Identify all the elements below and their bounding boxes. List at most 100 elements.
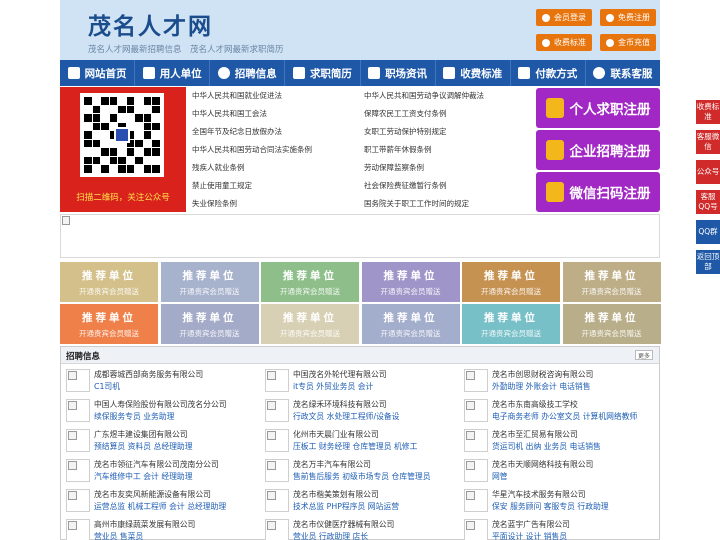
recommend-slot[interactable]: 推荐单位 开通贵宾会员赠送 <box>462 262 560 302</box>
job-item[interactable]: 成都蓉城西部商务服务有限公司 C1司机 <box>62 368 252 398</box>
recharge-button[interactable]: 金币充值 <box>600 34 656 51</box>
job-item[interactable]: 茂名蓝宇广告有限公司 平面设计 设计 销售员 <box>460 518 650 540</box>
recommend-slot[interactable]: 推荐单位 开通贵宾会员赠送 <box>261 304 359 344</box>
recommend-slot[interactable]: 推荐单位 开通贵宾会员赠送 <box>160 304 259 344</box>
recommend-slot[interactable]: 推荐单位 开通贵宾会员赠送 <box>261 262 359 302</box>
company-name[interactable]: 茂名市至汇贸易有限公司 <box>492 429 578 440</box>
company-name[interactable]: 成都蓉城西部商务服务有限公司 <box>94 369 203 380</box>
company-name[interactable]: 茂名市东南高级技工学校 <box>492 399 578 410</box>
nav-employers[interactable]: 用人单位 <box>135 60 211 86</box>
company-logo-icon[interactable] <box>265 489 289 512</box>
job-positions[interactable]: 营业员 售菜员 <box>94 531 143 540</box>
job-item[interactable]: 茂名市仪健医疗器械有限公司 营业员 行政助理 店长 <box>261 518 451 540</box>
company-name[interactable]: 中国茂名外轮代理有限公司 <box>293 369 387 380</box>
recommend-slot[interactable]: 推荐单位 开通贵宾会员赠送 <box>562 262 661 302</box>
job-item[interactable]: 茂名市天顺网络科技有限公司 网管 <box>460 458 650 488</box>
job-positions[interactable]: 运营总监 机械工程师 会计 总经理助理 <box>94 501 226 512</box>
job-positions[interactable]: 技术总监 PHP程序员 网站运营 <box>293 501 399 512</box>
recommend-slot[interactable]: 推荐单位 开通贵宾会员赠送 <box>562 304 661 344</box>
job-positions[interactable]: 货运司机 出纳 业务员 电话销售 <box>492 441 601 452</box>
company-logo-icon[interactable] <box>265 369 289 392</box>
job-item[interactable]: 茂名市友奕风新能源设备有限公司 运营总监 机械工程师 会计 总经理助理 <box>62 488 252 518</box>
recommend-slot[interactable]: 推荐单位 开通贵宾会员赠送 <box>160 262 259 302</box>
job-item[interactable]: 茂名市创思财税咨询有限公司 外勤助理 外账会计 电话销售 <box>460 368 650 398</box>
job-positions[interactable]: C1司机 <box>94 381 120 392</box>
nav-jobs[interactable]: 招聘信息 <box>210 60 286 86</box>
law-link[interactable]: 中华人民共和国劳动合同法实施条例 <box>192 141 312 159</box>
job-positions[interactable]: 电子商务老师 办公室文员 计算机网络教师 <box>492 411 637 422</box>
nav-contact[interactable]: 联系客服 <box>586 60 660 86</box>
company-logo-icon[interactable] <box>464 519 488 540</box>
company-name[interactable]: 茂名万丰汽车有限公司 <box>293 459 371 470</box>
company-name[interactable]: 高州市康绿蔬菜发展有限公司 <box>94 519 195 530</box>
recommend-slot[interactable]: 推荐单位 开通贵宾会员赠送 <box>60 304 158 344</box>
company-name[interactable]: 茂名市仪健医疗器械有限公司 <box>293 519 394 530</box>
law-link[interactable]: 职工带薪年休假条例 <box>364 141 432 159</box>
job-item[interactable]: 茂名万丰汽车有限公司 售前售后服务 初级市场专员 仓库管理员 <box>261 458 451 488</box>
law-link[interactable]: 女职工劳动保护特别规定 <box>364 123 447 141</box>
law-link[interactable]: 劳动保障监察条例 <box>364 159 424 177</box>
job-positions[interactable]: 平面设计 设计 销售员 <box>492 531 567 540</box>
law-link[interactable]: 社会保险费征缴暂行条例 <box>364 177 447 195</box>
law-link[interactable]: 中华人民共和国就业促进法 <box>192 87 282 105</box>
pricing-button[interactable]: 收费标准 <box>536 34 592 51</box>
company-name[interactable]: 茂名蓝宇广告有限公司 <box>492 519 570 530</box>
company-logo-icon[interactable] <box>464 489 488 512</box>
job-positions[interactable]: 续保服务专员 业务助理 <box>94 411 174 422</box>
law-link[interactable]: 中华人民共和国劳动争议调解仲裁法 <box>364 87 484 105</box>
company-name[interactable]: 茂名市楷美策划有限公司 <box>293 489 379 500</box>
company-logo-icon[interactable] <box>66 519 90 540</box>
nav-home[interactable]: 网站首页 <box>60 60 136 86</box>
job-item[interactable]: 华星汽车技术服务有限公司 保安 服务顾问 客服专员 行政助理 <box>460 488 650 518</box>
job-positions[interactable]: 网管 <box>492 471 508 482</box>
company-logo-icon[interactable] <box>66 399 90 422</box>
float-service-wechat[interactable]: 客服微信 <box>696 130 720 154</box>
recommend-slot[interactable]: 推荐单位 开通贵宾会员赠送 <box>60 262 158 302</box>
nav-resumes[interactable]: 求职简历 <box>285 60 361 86</box>
job-item[interactable]: 茂名市楷美策划有限公司 技术总监 PHP程序员 网站运营 <box>261 488 451 518</box>
job-positions[interactable]: 营业员 行政助理 店长 <box>293 531 368 540</box>
company-logo-icon[interactable] <box>66 429 90 452</box>
company-name[interactable]: 化州市天晨门业有限公司 <box>293 429 379 440</box>
site-logo[interactable]: 茂名人才网 <box>88 7 213 41</box>
nav-news[interactable]: 职场资讯 <box>361 60 436 86</box>
member-login-button[interactable]: 会员登录 <box>536 9 592 26</box>
company-logo-icon[interactable] <box>66 489 90 512</box>
job-positions[interactable]: 汽车维修中工 会计 经理助理 <box>94 471 193 482</box>
job-item[interactable]: 中国茂名外轮代理有限公司 it专员 外贸业务员 会计 <box>261 368 451 398</box>
job-item[interactable]: 化州市天晨门业有限公司 压板工 财务经理 仓库管理员 机修工 <box>261 428 451 458</box>
company-name[interactable]: 茂名市创思财税咨询有限公司 <box>492 369 593 380</box>
law-link[interactable]: 失业保险条例 <box>192 195 237 213</box>
job-positions[interactable]: it专员 外贸业务员 会计 <box>293 381 373 392</box>
job-item[interactable]: 茂名绿禾环境科技有限公司 行政文员 水处理工程师/设备设 <box>261 398 451 428</box>
law-link[interactable]: 全国年节及纪念日放假办法 <box>192 123 282 141</box>
recommend-slot[interactable]: 推荐单位 开通贵宾会员赠送 <box>361 262 460 302</box>
law-link[interactable]: 禁止使用童工规定 <box>192 177 252 195</box>
wechat-register-button[interactable]: 微信扫码注册 <box>536 172 660 212</box>
company-logo-icon[interactable] <box>66 369 90 392</box>
company-name[interactable]: 茂名市天顺网络科技有限公司 <box>492 459 593 470</box>
personal-register-button[interactable]: 个人求职注册 <box>536 88 660 128</box>
job-positions[interactable]: 售前售后服务 初级市场专员 仓库管理员 <box>293 471 431 482</box>
company-logo-icon[interactable] <box>464 399 488 422</box>
law-link[interactable]: 保障农民工工资支付条例 <box>364 105 447 123</box>
law-link[interactable]: 中华人民共和国工会法 <box>192 105 267 123</box>
company-logo-icon[interactable] <box>66 459 90 482</box>
law-link[interactable]: 国务院关于职工工作时间的规定 <box>364 195 469 213</box>
company-logo-icon[interactable] <box>464 459 488 482</box>
ad-banner[interactable] <box>60 214 660 258</box>
recommend-slot[interactable]: 推荐单位 开通贵宾会员赠送 <box>462 304 560 344</box>
more-button[interactable]: 更多 <box>635 350 653 360</box>
nav-payment[interactable]: 付款方式 <box>511 60 586 86</box>
job-item[interactable]: 茂名市至汇贸易有限公司 货运司机 出纳 业务员 电话销售 <box>460 428 650 458</box>
law-link[interactable]: 残疾人就业条例 <box>192 159 245 177</box>
job-positions[interactable]: 保安 服务顾问 客服专员 行政助理 <box>492 501 609 512</box>
float-back-to-top[interactable]: 返回顶部 <box>696 250 720 274</box>
company-name[interactable]: 茂名绿禾环境科技有限公司 <box>293 399 387 410</box>
float-official-account[interactable]: 公众号 <box>696 160 720 184</box>
job-item[interactable]: 高州市康绿蔬菜发展有限公司 营业员 售菜员 <box>62 518 252 540</box>
company-logo-icon[interactable] <box>464 369 488 392</box>
job-item[interactable]: 茂名市东南高级技工学校 电子商务老师 办公室文员 计算机网络教师 <box>460 398 650 428</box>
job-positions[interactable]: 外勤助理 外账会计 电话销售 <box>492 381 591 392</box>
job-item[interactable]: 中国人寿保险股份有限公司茂名分公司 续保服务专员 业务助理 <box>62 398 252 428</box>
